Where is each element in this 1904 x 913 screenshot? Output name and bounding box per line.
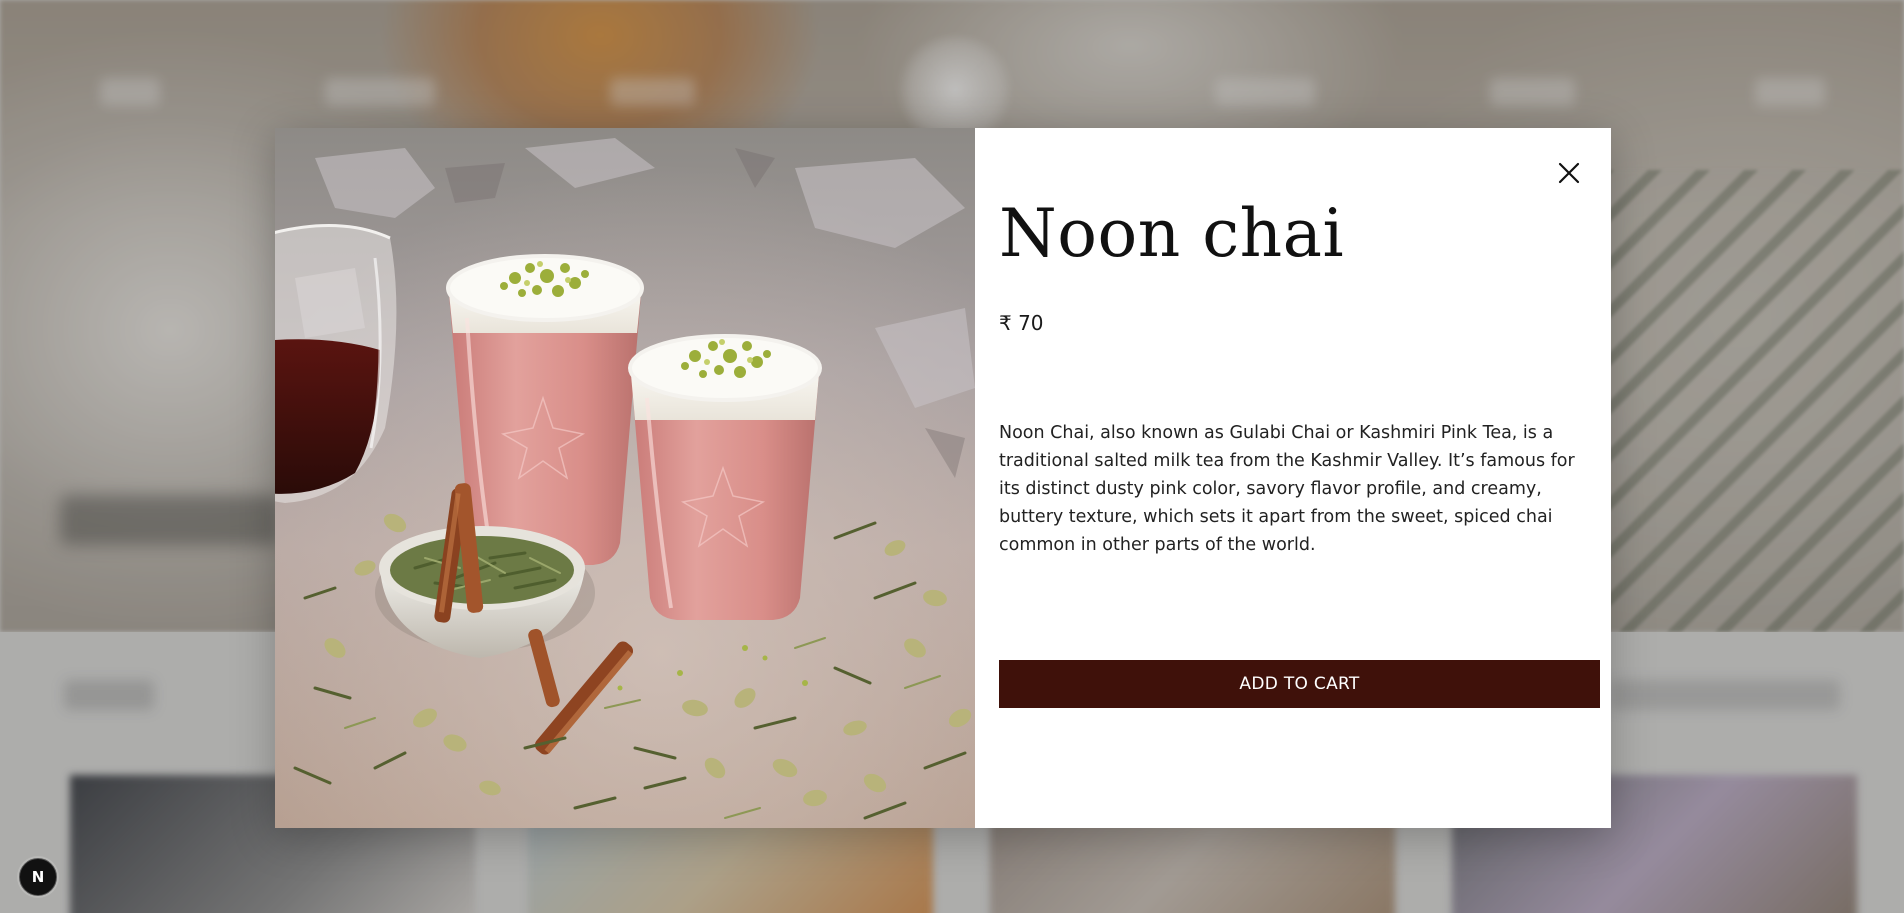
product-image xyxy=(275,128,975,828)
next-dev-badge-label: N xyxy=(31,868,45,886)
product-title: Noon chai xyxy=(999,195,1345,272)
close-button[interactable] xyxy=(1552,156,1586,190)
pink-tea-glass-back xyxy=(446,254,644,565)
pink-tea-glass-front xyxy=(628,334,822,620)
close-icon xyxy=(1558,162,1580,184)
page: N Noon chai ₹ 70 Noon Chai, also known a… xyxy=(0,0,1904,913)
product-description: Noon Chai, also known as Gulabi Chai or … xyxy=(999,423,1575,555)
add-to-cart-button[interactable]: ADD TO CART xyxy=(999,660,1600,708)
product-modal: Noon chai ₹ 70 Noon Chai, also known as … xyxy=(275,128,1611,828)
product-details: Noon chai ₹ 70 Noon Chai, also known as … xyxy=(975,128,1611,828)
product-price: ₹ 70 xyxy=(999,311,1044,335)
next-dev-badge[interactable]: N xyxy=(19,858,57,896)
noon-chai-illustration xyxy=(275,128,975,828)
